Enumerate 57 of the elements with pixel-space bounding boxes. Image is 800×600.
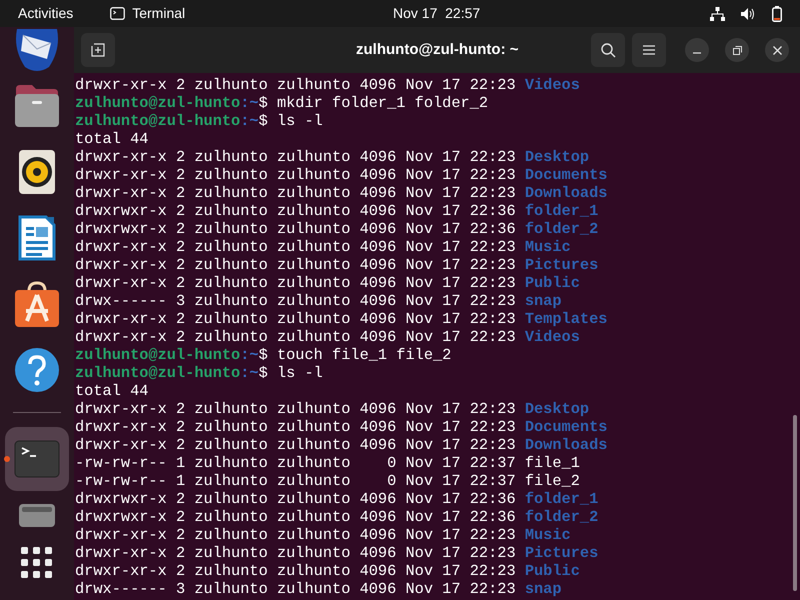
listing-line: drwxr-xr-x 2 zulhunto zulhunto 4096 Nov 17 22:23 Music: [75, 238, 571, 256]
close-button[interactable]: [765, 38, 789, 62]
listing-line: -rw-rw-r-- 1 zulhunto zulhunto 0 Nov 17 22:37 file_2: [75, 472, 580, 490]
restore-icon: [732, 46, 742, 54]
scrollbar-thumb[interactable]: [793, 415, 797, 591]
clock[interactable]: Nov 17 22:57: [393, 3, 480, 24]
menu-icon: [643, 45, 655, 55]
folder-icon[interactable]: [14, 85, 60, 127]
terminal-icon[interactable]: [14, 440, 60, 478]
close-icon: [772, 46, 782, 54]
listing-line: drwxr-xr-x 2 zulhunto zulhunto 4096 Nov 17 22:23 Desktop: [75, 148, 590, 166]
listing-line: drwxr-xr-x 2 zulhunto zulhunto 4096 Nov 17 22:23 Documents: [75, 166, 608, 184]
listing-line: drwxr-xr-x 2 zulhunto zulhunto 4096 Nov 17 22:23 Music: [75, 526, 571, 544]
app-menu[interactable]: Terminal: [132, 3, 186, 24]
listing-line: drwxrwxr-x 2 zulhunto zulhunto 4096 Nov 17 22:36 folder_1: [75, 490, 598, 508]
prompt-line: zulhunto@zul-hunto:~$ mkdir folder_1 folder_2: [75, 94, 488, 112]
listing-line: drwx------ 3 zulhunto zulhunto 4096 Nov 17 22:23 snap: [75, 292, 562, 310]
bird-envelope-icon[interactable]: [13, 29, 61, 73]
listing-line: drwxrwxr-x 2 zulhunto zulhunto 4096 Nov 17 22:36 folder_2: [75, 508, 598, 526]
search-icon: [600, 42, 616, 58]
listing-line: drwxr-xr-x 2 zulhunto zulhunto 4096 Nov 17 22:23 Documents: [75, 418, 608, 436]
listing-line: drwxr-xr-x 2 zulhunto zulhunto 4096 Nov 17 22:23 Pictures: [75, 256, 598, 274]
listing-line: drwxr-xr-x 2 zulhunto zulhunto 4096 Nov 17 22:23 Videos: [75, 76, 580, 94]
window-title: zulhunto@zul-hunto: ~: [356, 40, 518, 60]
listing-line: drwxr-xr-x 2 zulhunto zulhunto 4096 Nov 17 22:23 Desktop: [75, 400, 590, 418]
new-tab-button[interactable]: [81, 33, 115, 67]
output-line: total 44: [75, 382, 148, 400]
listing-line: drwx------ 3 zulhunto zulhunto 4096 Nov 17 22:23 snap: [75, 580, 562, 598]
menu-button[interactable]: [632, 33, 666, 67]
battery-icon[interactable]: [772, 6, 782, 22]
listing-line: drwxr-xr-x 2 zulhunto zulhunto 4096 Nov 17 22:23 Downloads: [75, 436, 608, 454]
listing-line: -rw-rw-r-- 1 zulhunto zulhunto 0 Nov 17 22:37 file_1: [75, 454, 580, 472]
maximize-button[interactable]: [725, 38, 749, 62]
new-tab-icon: [91, 43, 105, 57]
listing-line: drwxr-xr-x 2 zulhunto zulhunto 4096 Nov 17 22:23 Templates: [75, 310, 608, 328]
listing-line: drwxr-xr-x 2 zulhunto zulhunto 4096 Nov 17 22:23 Videos: [75, 328, 580, 346]
drive-icon[interactable]: [18, 503, 56, 527]
listing-line: drwxr-xr-x 2 zulhunto zulhunto 4096 Nov 17 22:23 Pictures: [75, 544, 598, 562]
listing-line: drwxr-xr-x 2 zulhunto zulhunto 4096 Nov 17 22:23 Public: [75, 274, 580, 292]
prompt-line: zulhunto@zul-hunto:~$ ls -l: [75, 364, 323, 382]
speaker-icon[interactable]: [19, 150, 55, 194]
document-icon[interactable]: [18, 215, 56, 261]
volume-icon[interactable]: [741, 6, 756, 20]
activities-button[interactable]: Activities: [18, 3, 74, 24]
listing-line: drwxrwxr-x 2 zulhunto zulhunto 4096 Nov 17 22:36 folder_2: [75, 220, 598, 238]
output-line: total 44: [75, 130, 148, 148]
prompt-line: zulhunto@zul-hunto:~$ touch file_1 file_2: [75, 346, 452, 364]
app-grid-icon[interactable]: [21, 547, 53, 579]
search-button[interactable]: [591, 33, 625, 67]
terminal-icon: [110, 7, 126, 20]
shopping-bag-icon[interactable]: [14, 281, 60, 327]
network-icon[interactable]: [710, 6, 725, 20]
listing-line: drwxr-xr-x 2 zulhunto zulhunto 4096 Nov 17 22:23 Downloads: [75, 184, 608, 202]
listing-line: drwxrwxr-x 2 zulhunto zulhunto 4096 Nov 17 22:36 folder_1: [75, 202, 598, 220]
help-icon[interactable]: [14, 347, 60, 393]
prompt-line: zulhunto@zul-hunto:~$ ls -l: [75, 112, 323, 130]
listing-line: drwxr-xr-x 2 zulhunto zulhunto 4096 Nov 17 22:23 Public: [75, 562, 580, 580]
